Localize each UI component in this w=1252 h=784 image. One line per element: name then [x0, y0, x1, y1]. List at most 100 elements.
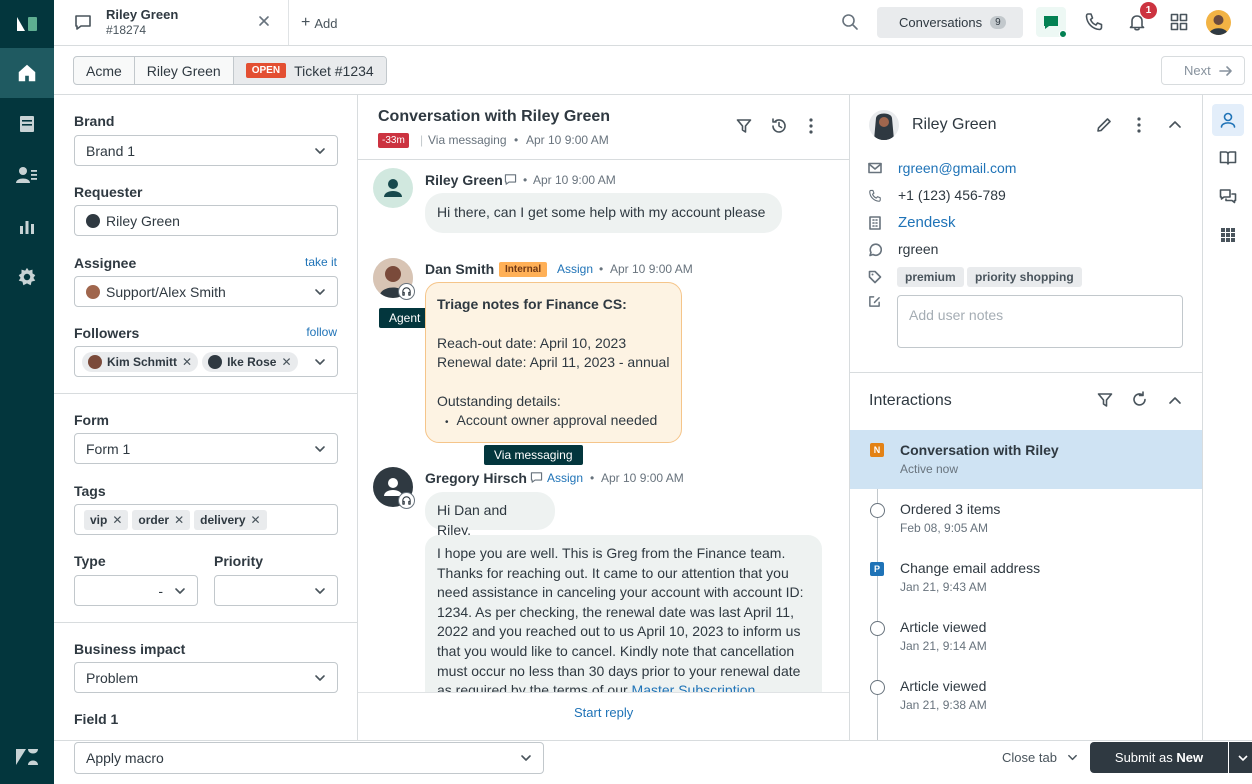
follow-link[interactable]: follow: [306, 325, 337, 339]
interaction-item[interactable]: P Change email address Jan 21, 9:43 AM: [850, 548, 1202, 607]
customer-phone: +1 (123) 456-789: [898, 187, 1006, 203]
next-ticket-button[interactable]: Next: [1161, 56, 1245, 85]
chat-bubble-icon: [74, 14, 92, 31]
start-reply-button[interactable]: Start reply: [574, 705, 633, 720]
message-time: Apr 10 9:00 AM: [601, 471, 684, 485]
customer-email[interactable]: rgreen@gmail.com: [898, 160, 1016, 176]
edit-pencil-icon[interactable]: [1095, 116, 1113, 134]
interaction-item[interactable]: Article viewed Jan 21, 9:38 AM: [850, 666, 1202, 725]
divider: [54, 622, 357, 623]
chevron-down-icon: [315, 359, 325, 365]
follower-chip[interactable]: Kim Schmitt ✕: [82, 351, 199, 372]
interaction-subtitle: Jan 21, 9:38 AM: [900, 698, 987, 712]
zendesk-product-icon[interactable]: [0, 732, 54, 782]
note-line: Outstanding details:: [437, 392, 561, 409]
close-tab-button[interactable]: Close tab: [1002, 750, 1078, 765]
close-tab-icon[interactable]: [258, 15, 270, 27]
tags-field[interactable]: vip ✕ order ✕ delivery ✕: [74, 504, 338, 535]
headset-icon: [398, 283, 415, 300]
customer-profile-icon[interactable]: [1212, 104, 1244, 136]
assign-link[interactable]: Assign: [547, 471, 583, 485]
assign-link[interactable]: Assign: [557, 262, 593, 276]
apps-grid-icon[interactable]: [1170, 13, 1188, 31]
home-icon[interactable]: [0, 48, 54, 98]
tag-label: order: [138, 512, 170, 527]
chat-icon: [1044, 15, 1058, 29]
filter-icon[interactable]: [736, 118, 752, 134]
filter-icon[interactable]: [1097, 392, 1113, 408]
customer-tag[interactable]: premium: [897, 267, 964, 287]
collapse-chevron-up-icon[interactable]: [1168, 119, 1182, 129]
breadcrumb-requester[interactable]: Riley Green: [135, 57, 234, 84]
customers-icon[interactable]: [0, 150, 54, 200]
type-select[interactable]: -: [74, 575, 198, 606]
refresh-icon[interactable]: [1131, 391, 1148, 408]
collapse-chevron-up-icon[interactable]: [1168, 395, 1182, 405]
search-icon[interactable]: [841, 13, 859, 31]
assignee-label: Assignee: [74, 255, 137, 271]
ticket-header-bar: Acme Riley Green OPEN Ticket #1234 Next: [54, 46, 1252, 95]
remove-icon[interactable]: ✕: [251, 513, 261, 527]
message-sender: Riley Green: [425, 172, 503, 188]
apply-macro-select[interactable]: Apply macro: [74, 742, 544, 774]
remove-icon[interactable]: ✕: [182, 355, 192, 369]
add-tab-button[interactable]: + Add: [301, 14, 337, 32]
sla-badge: -33m: [378, 133, 409, 148]
follower-chip[interactable]: Ike Rose ✕: [202, 351, 298, 372]
breadcrumb-organization[interactable]: Acme: [74, 57, 135, 84]
brand-select[interactable]: Brand 1: [74, 135, 338, 166]
assignee-avatar: [86, 284, 100, 299]
requester-field[interactable]: Riley Green: [74, 205, 338, 236]
remove-icon[interactable]: ✕: [281, 355, 291, 369]
priority-select[interactable]: [214, 575, 338, 606]
remove-icon[interactable]: ✕: [112, 513, 122, 527]
user-notes-input[interactable]: Add user notes: [897, 295, 1183, 348]
form-value: Form 1: [86, 440, 131, 457]
zendesk-logo-icon[interactable]: [0, 0, 54, 46]
interaction-item[interactable]: N Conversation with Riley Active now: [850, 430, 1202, 489]
more-options-icon[interactable]: [1136, 116, 1142, 134]
field-1-label: Field 1: [74, 711, 119, 727]
business-impact-select[interactable]: Problem: [74, 662, 338, 693]
customer-organization[interactable]: Zendesk: [898, 214, 956, 231]
message-sender: Dan Smith: [425, 261, 495, 277]
phone-icon[interactable]: [1084, 12, 1104, 32]
notification-count-badge: 1: [1140, 2, 1157, 19]
user-avatar[interactable]: [1206, 10, 1231, 35]
divider: [358, 159, 849, 160]
history-icon[interactable]: [770, 117, 788, 135]
ticket-tab[interactable]: Riley Green #18274: [54, 0, 289, 45]
interaction-item[interactable]: Article viewed Jan 21, 9:14 AM: [850, 607, 1202, 666]
apps-grid-icon[interactable]: [1212, 219, 1244, 251]
submit-options-button[interactable]: [1229, 742, 1252, 773]
breadcrumb-ticket[interactable]: OPEN Ticket #1234: [233, 57, 386, 84]
settings-icon[interactable]: [0, 252, 54, 302]
tab-title: Riley Green: [106, 7, 179, 22]
timeline-circle-icon: [870, 621, 885, 636]
conversations-button[interactable]: Conversations 9: [877, 7, 1023, 38]
chevron-down-icon: [1237, 754, 1248, 761]
related-conversations-icon[interactable]: [1212, 181, 1244, 213]
interaction-subtitle: Active now: [900, 462, 959, 476]
note-title: Triage notes for Finance CS:: [437, 296, 627, 312]
tag-chip[interactable]: delivery ✕: [194, 509, 267, 530]
submit-button[interactable]: Submit as New: [1090, 742, 1228, 773]
assignee-select[interactable]: Support/Alex Smith: [74, 276, 338, 307]
tags-label: Tags: [74, 483, 106, 499]
followers-field[interactable]: Kim Schmitt ✕ Ike Rose ✕: [74, 346, 338, 377]
more-options-icon[interactable]: [808, 117, 814, 135]
remove-icon[interactable]: ✕: [174, 513, 184, 527]
reporting-icon[interactable]: [0, 201, 54, 251]
tag-chip[interactable]: order ✕: [132, 509, 191, 530]
knowledge-book-icon[interactable]: [1212, 142, 1244, 174]
meta-dot: •: [514, 133, 519, 147]
form-select[interactable]: Form 1: [74, 433, 338, 464]
take-it-link[interactable]: take it: [305, 255, 337, 269]
views-icon[interactable]: [0, 99, 54, 149]
tag-chip[interactable]: vip ✕: [84, 509, 129, 530]
interaction-item[interactable]: Ordered 3 items Feb 08, 9:05 AM: [850, 489, 1202, 548]
reply-bar: Start reply: [358, 692, 849, 740]
timeline-circle-icon: [870, 680, 885, 695]
customer-tag[interactable]: priority shopping: [967, 267, 1082, 287]
messaging-status-button[interactable]: [1036, 7, 1067, 38]
